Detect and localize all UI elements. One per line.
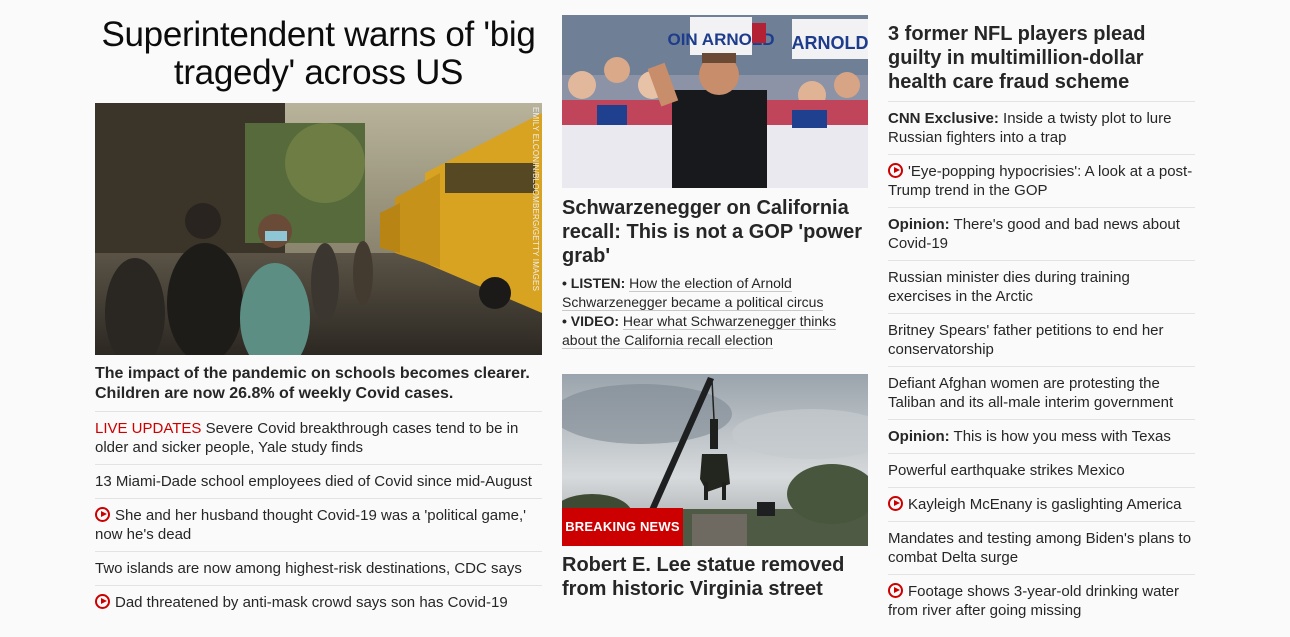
list-item[interactable]: Dad threatened by anti-mask crowd says s… — [95, 586, 542, 619]
play-video-icon — [888, 163, 903, 178]
bullet: • — [562, 313, 567, 329]
list-item[interactable]: 13 Miami-Dade school employees died of C… — [95, 465, 542, 499]
school-bus-photo — [95, 103, 542, 355]
list-item[interactable]: LIVE UPDATES Severe Covid breakthrough c… — [95, 412, 542, 465]
statue-image[interactable]: BREAKING NEWS — [562, 374, 868, 546]
headline-text: Russian minister dies during training ex… — [888, 269, 1130, 305]
headline-text: 'Eye-popping hypocrisies': A look at a p… — [888, 163, 1193, 199]
list-item[interactable]: She and her husband thought Covid-19 was… — [95, 499, 542, 552]
opinion-label: Opinion: — [888, 428, 950, 445]
schwarzenegger-headline[interactable]: Schwarzenegger on California recall: Thi… — [562, 196, 868, 268]
lead-headline[interactable]: Superintendent warns of 'big tragedy' ac… — [95, 16, 542, 92]
statue-headline[interactable]: Robert E. Lee statue removed from histor… — [562, 553, 868, 601]
list-item[interactable]: Opinion: There's good and bad news about… — [888, 208, 1195, 261]
breaking-news-badge: BREAKING NEWS — [562, 508, 683, 546]
headline-text: Defiant Afghan women are protesting the … — [888, 375, 1174, 411]
opinion-label: Opinion: — [888, 216, 950, 233]
list-item[interactable]: Two islands are now among highest-risk d… — [95, 552, 542, 586]
list-item[interactable]: 'Eye-popping hypocrisies': A look at a p… — [888, 155, 1195, 208]
headline-text: Britney Spears' father petitions to end … — [888, 322, 1164, 358]
list-item[interactable]: Britney Spears' father petitions to end … — [888, 314, 1195, 367]
headline-text: Powerful earthquake strikes Mexico — [888, 462, 1125, 479]
listen-label: LISTEN: — [570, 275, 626, 291]
list-item[interactable]: Mandates and testing among Biden's plans… — [888, 522, 1195, 575]
list-item[interactable]: Russian minister dies during training ex… — [888, 261, 1195, 314]
headline-text: This is how you mess with Texas — [949, 428, 1171, 445]
bullet: • — [562, 275, 567, 291]
left-column: Superintendent warns of 'big tragedy' ac… — [95, 0, 542, 619]
list-item[interactable]: Powerful earthquake strikes Mexico — [888, 454, 1195, 488]
headline-text: Footage shows 3-year-old drinking water … — [888, 583, 1179, 619]
play-video-icon — [95, 594, 110, 609]
sign-text: ARNOLD — [792, 33, 869, 53]
headline-text: Two islands are now among highest-risk d… — [95, 560, 522, 577]
list-item[interactable]: CNN Exclusive: Inside a twisty plot to l… — [888, 102, 1195, 155]
play-video-icon — [888, 496, 903, 511]
list-item[interactable]: Kayleigh McEnany is gaslighting America — [888, 488, 1195, 522]
headline-text: Dad threatened by anti-mask crowd says s… — [115, 594, 508, 611]
left-headline-list: LIVE UPDATES Severe Covid breakthrough c… — [95, 412, 542, 619]
video-label: VIDEO: — [570, 313, 620, 329]
live-updates-tag: LIVE UPDATES — [95, 420, 202, 437]
headline-text: 13 Miami-Dade school employees died of C… — [95, 473, 532, 490]
lead-subheadline[interactable]: The impact of the pandemic on schools be… — [95, 364, 542, 412]
rally-photo: OIN ARNOLD ARNOLD — [562, 15, 868, 188]
play-video-icon — [95, 507, 110, 522]
headline-text: She and her husband thought Covid-19 was… — [95, 507, 526, 543]
list-item[interactable]: Footage shows 3-year-old drinking water … — [888, 575, 1195, 627]
play-video-icon — [888, 583, 903, 598]
related-link-video[interactable]: • VIDEO: Hear what Schwarzenegger thinks… — [562, 312, 868, 350]
exclusive-label: CNN Exclusive: — [888, 110, 999, 127]
right-column: 3 former NFL players plead guilty in mul… — [888, 0, 1195, 627]
right-headline-list: CNN Exclusive: Inside a twisty plot to l… — [888, 102, 1195, 627]
photo-credit: EMILY ELCONIN/BLOOMBERG/GETTY IMAGES — [531, 107, 540, 292]
headline-text: Kayleigh McEnany is gaslighting America — [908, 496, 1182, 513]
list-item[interactable]: Defiant Afghan women are protesting the … — [888, 367, 1195, 420]
related-link-listen[interactable]: • LISTEN: How the election of Arnold Sch… — [562, 274, 868, 312]
schwarzenegger-image[interactable]: OIN ARNOLD ARNOLD — [562, 15, 868, 188]
nfl-headline[interactable]: 3 former NFL players plead guilty in mul… — [888, 22, 1195, 102]
list-item[interactable]: Opinion: This is how you mess with Texas — [888, 420, 1195, 454]
middle-column: OIN ARNOLD ARNOLD Schwarzenegger on Cali… — [562, 0, 868, 601]
lead-image[interactable]: EMILY ELCONIN/BLOOMBERG/GETTY IMAGES — [95, 103, 542, 355]
headline-text: Mandates and testing among Biden's plans… — [888, 530, 1192, 566]
related-links: • LISTEN: How the election of Arnold Sch… — [562, 274, 868, 350]
